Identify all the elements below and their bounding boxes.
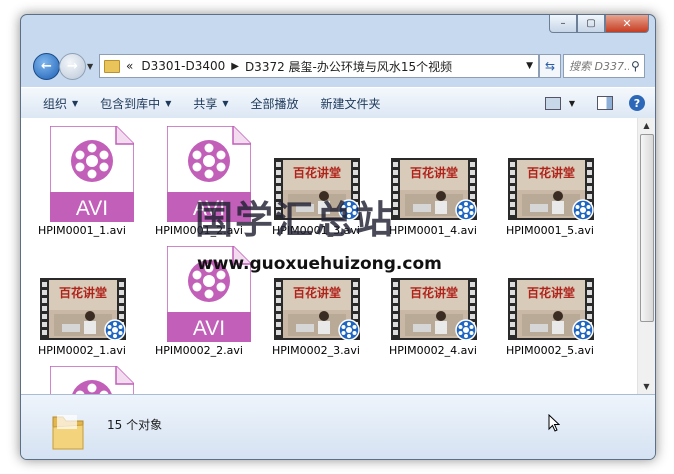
file-item[interactable]: 百花讲堂 HPIM0001_5.avi xyxy=(496,126,604,238)
file-item[interactable]: AVI xyxy=(28,366,136,394)
new-folder-label: 新建文件夹 xyxy=(320,96,381,111)
video-thumbnail-icon: 百花讲堂 xyxy=(274,278,360,340)
chevron-down-icon: ▼ xyxy=(222,98,229,108)
file-item[interactable]: 百花讲堂 HPIM0002_1.avi xyxy=(28,246,136,358)
chevron-down-icon: ▼ xyxy=(165,98,172,108)
video-thumbnail-icon: 百花讲堂 xyxy=(391,158,477,220)
thumb-banner-text: 百花讲堂 xyxy=(59,285,107,300)
back-arrow-icon[interactable]: ← xyxy=(33,53,60,80)
folder-icon xyxy=(52,415,84,450)
preview-pane-icon[interactable] xyxy=(597,96,613,110)
play-all-label: 全部播放 xyxy=(250,96,299,111)
view-options-chevron-icon[interactable]: ▼ xyxy=(569,99,575,108)
caption-buttons: – ▢ ✕ xyxy=(549,15,649,33)
file-item[interactable]: 百花讲堂 HPIM0002_5.avi xyxy=(496,246,604,358)
file-name: HPIM0002_4.avi xyxy=(389,344,477,357)
avi-file-icon: AVI xyxy=(50,126,134,222)
folder-icon xyxy=(104,59,120,73)
play-all-button[interactable]: 全部播放 xyxy=(251,95,299,112)
breadcrumb-item-current[interactable]: D3372 晨玺-办公环境与风水15个视频 xyxy=(245,58,452,75)
maximize-button[interactable]: ▢ xyxy=(577,15,605,33)
search-input[interactable] xyxy=(564,58,631,74)
file-name: HPIM0001_1.avi xyxy=(38,224,126,237)
search-box[interactable]: ⚲ xyxy=(563,54,645,78)
thumb-banner-text: 百花讲堂 xyxy=(293,285,341,300)
breadcrumb-overflow[interactable]: « xyxy=(126,59,133,73)
thumb-banner-text: 百花讲堂 xyxy=(410,285,458,300)
thumb-banner-text: 百花讲堂 xyxy=(527,165,575,180)
breadcrumb-item[interactable]: D3301-D3400 xyxy=(141,59,225,73)
share-label: 共享 xyxy=(193,96,218,111)
scroll-down-icon[interactable]: ▼ xyxy=(638,379,655,394)
organize-label: 组织 xyxy=(43,96,68,111)
video-thumbnail-icon: 百花讲堂 xyxy=(391,278,477,340)
new-folder-button[interactable]: 新建文件夹 xyxy=(321,95,381,112)
file-name: HPIM0002_3.avi xyxy=(272,344,360,357)
refresh-icon[interactable]: ⇆ xyxy=(539,54,561,78)
video-thumbnail-icon: 百花讲堂 xyxy=(508,278,594,340)
command-bar: 组织 ▼ 包含到库中 ▼ 共享 ▼ 全部播放 新建文件夹 ▼ ? xyxy=(21,87,655,119)
scroll-up-icon[interactable]: ▲ xyxy=(638,118,655,133)
item-count: 15 个对象 xyxy=(107,418,163,432)
file-item[interactable]: 百花讲堂 HPIM0001_4.avi xyxy=(379,126,487,238)
include-in-library-button[interactable]: 包含到库中 ▼ xyxy=(100,95,171,112)
close-button[interactable]: ✕ xyxy=(605,15,649,33)
recent-pages-chevron-icon[interactable]: ▼ xyxy=(87,62,93,71)
watermark-text: 国学汇总站 xyxy=(195,198,396,242)
help-icon[interactable]: ? xyxy=(629,95,645,111)
forward-arrow-icon[interactable]: → xyxy=(59,53,86,80)
video-thumbnail-icon: 百花讲堂 xyxy=(508,158,594,220)
file-name: HPIM0001_5.avi xyxy=(506,224,594,237)
search-icon[interactable]: ⚲ xyxy=(631,59,640,73)
video-thumbnail-icon: 百花讲堂 xyxy=(40,278,126,340)
avi-file-icon: AVI xyxy=(50,366,134,394)
file-name: HPIM0002_1.avi xyxy=(38,344,126,357)
file-name: HPIM0002_5.avi xyxy=(506,344,594,357)
address-dropdown-icon[interactable]: ▼ xyxy=(526,61,533,71)
minimize-button[interactable]: – xyxy=(549,15,577,33)
address-bar[interactable]: « D3301-D3400 ▶ D3372 晨玺-办公环境与风水15个视频 ▼ xyxy=(99,54,539,78)
breadcrumb-separator-icon[interactable]: ▶ xyxy=(231,61,239,72)
mouse-pointer-icon xyxy=(548,414,560,432)
avi-badge-text: AVI xyxy=(193,317,225,340)
file-name: HPIM0002_2.avi xyxy=(155,344,243,357)
thumb-banner-text: 百花讲堂 xyxy=(410,165,458,180)
file-name: HPIM0001_4.avi xyxy=(389,224,477,237)
scrollbar-thumb[interactable] xyxy=(640,134,654,322)
share-button[interactable]: 共享 ▼ xyxy=(193,95,228,112)
change-view-icon[interactable] xyxy=(544,96,561,110)
thumb-banner-text: 百花讲堂 xyxy=(527,285,575,300)
organize-button[interactable]: 组织 ▼ xyxy=(43,95,78,112)
thumb-banner-text: 百花讲堂 xyxy=(293,165,341,180)
chevron-down-icon: ▼ xyxy=(72,98,79,108)
include-in-library-label: 包含到库中 xyxy=(100,96,161,111)
file-item[interactable]: AVI HPIM0001_1.avi xyxy=(28,126,136,238)
address-row: ← → ▼ « D3301-D3400 ▶ D3372 晨玺-办公环境与风水15… xyxy=(29,52,647,80)
vertical-scrollbar[interactable]: ▲ ▼ xyxy=(637,118,655,394)
watermark-url: www.guoxuehuizong.com xyxy=(197,254,442,274)
avi-badge-text: AVI xyxy=(76,197,108,220)
